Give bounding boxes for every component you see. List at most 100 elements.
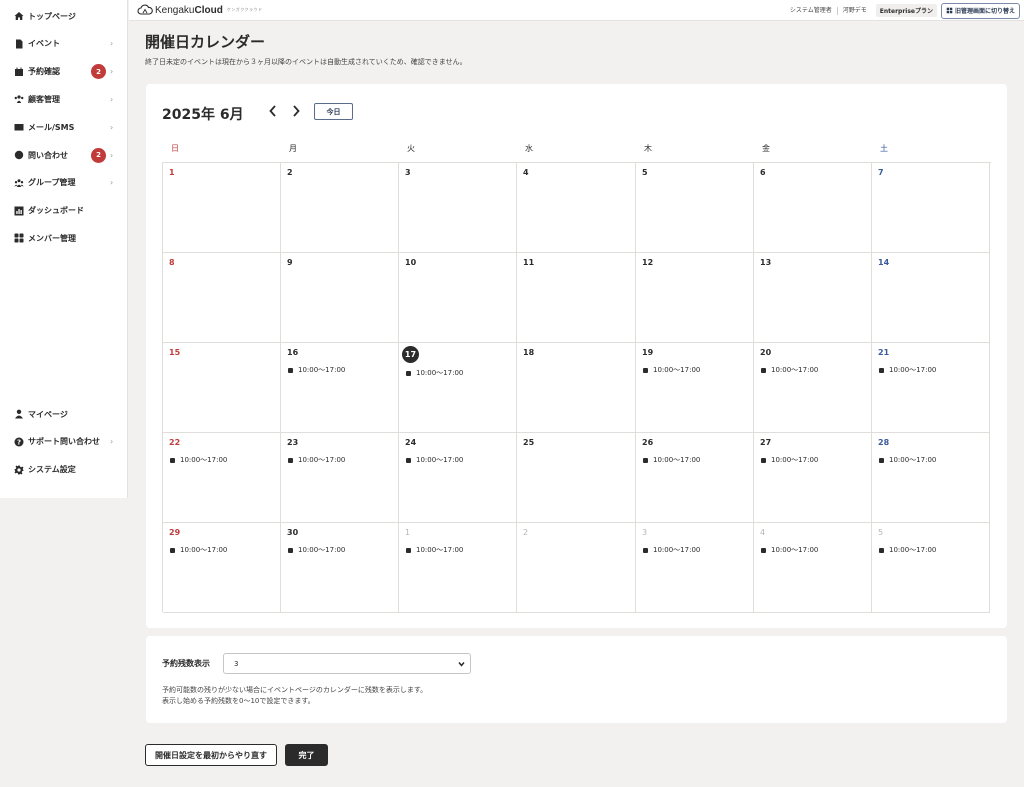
event-entry[interactable]: 10:00〜17:00 bbox=[170, 455, 227, 465]
calendar-day-cell[interactable]: 13 bbox=[754, 253, 872, 343]
calendar-day-cell[interactable]: 14 bbox=[872, 253, 990, 343]
chevron-right-icon: › bbox=[110, 94, 114, 104]
event-entry[interactable]: 10:00〜17:00 bbox=[406, 545, 463, 555]
event-entry[interactable]: 10:00〜17:00 bbox=[761, 545, 818, 555]
event-entry[interactable]: 10:00〜17:00 bbox=[643, 365, 700, 375]
event-time: 10:00〜17:00 bbox=[180, 456, 228, 464]
day-number: 14 bbox=[878, 258, 890, 267]
day-number: 12 bbox=[642, 258, 654, 267]
calendar-day-cell[interactable]: 1 10:00〜17:00 bbox=[399, 523, 517, 613]
event-entry[interactable]: 10:00〜17:00 bbox=[406, 368, 463, 378]
calendar-day-cell[interactable]: 22 10:00〜17:00 bbox=[163, 433, 281, 523]
next-month-button[interactable] bbox=[289, 103, 303, 119]
plan-badge: Enterpriseプラン bbox=[875, 4, 937, 17]
calendar-day-cell[interactable]: 30 10:00〜17:00 bbox=[281, 523, 399, 613]
logo-subtitle: ケンガククラウド bbox=[226, 7, 263, 12]
event-entry[interactable]: 10:00〜17:00 bbox=[643, 455, 700, 465]
remain-settings-card: 予約残数表示 3 予約可能数の残りが少ない場合にイベントページのカレンダーに残数… bbox=[146, 636, 1007, 723]
sidebar-item-home[interactable]: トップページ bbox=[0, 5, 128, 27]
event-entry[interactable]: 10:00〜17:00 bbox=[879, 455, 936, 465]
event-entry[interactable]: 10:00〜17:00 bbox=[288, 545, 345, 555]
weekday-header: 日 bbox=[171, 144, 179, 153]
calendar-day-cell[interactable]: 9 bbox=[281, 253, 399, 343]
sidebar-item-document[interactable]: イベント › bbox=[0, 33, 128, 55]
event-dot-icon bbox=[406, 547, 411, 553]
calendar-day-cell[interactable]: 4 10:00〜17:00 bbox=[754, 523, 872, 613]
event-entry[interactable]: 10:00〜17:00 bbox=[761, 455, 818, 465]
reset-schedule-button[interactable]: 開催日設定を最初からやり直す bbox=[145, 744, 277, 766]
sidebar-item-users[interactable]: 顧客管理 › bbox=[0, 88, 128, 110]
calendar-day-cell[interactable]: 20 10:00〜17:00 bbox=[754, 343, 872, 433]
sidebar-item-chat[interactable]: 問い合わせ 2 › bbox=[0, 144, 128, 166]
event-entry[interactable]: 10:00〜17:00 bbox=[879, 545, 936, 555]
today-button[interactable]: 今日 bbox=[314, 103, 353, 120]
switch-legacy-label: 旧管理画面に切り替え bbox=[954, 8, 1015, 15]
calendar-day-cell[interactable]: 19 10:00〜17:00 bbox=[636, 343, 754, 433]
sidebar-item-label: トップページ bbox=[28, 11, 76, 21]
remain-select[interactable]: 3 bbox=[223, 653, 471, 674]
calendar-day-cell[interactable]: 7 bbox=[872, 163, 990, 253]
calendar-day-cell[interactable]: 17 10:00〜17:00 bbox=[399, 343, 517, 433]
remain-select-value: 3 bbox=[234, 659, 239, 668]
logo[interactable]: KengakuCloud ケンガククラウド bbox=[137, 4, 263, 16]
calendar-day-cell[interactable]: 16 10:00〜17:00 bbox=[281, 343, 399, 433]
day-number: 3 bbox=[405, 168, 411, 177]
calendar-day-cell[interactable]: 18 bbox=[517, 343, 636, 433]
calendar-day-cell[interactable]: 8 bbox=[163, 253, 281, 343]
calendar-day-cell[interactable]: 1 bbox=[163, 163, 281, 253]
calendar-day-cell[interactable]: 26 10:00〜17:00 bbox=[636, 433, 754, 523]
event-time: 10:00〜17:00 bbox=[889, 546, 937, 554]
calendar-day-cell[interactable]: 4 bbox=[517, 163, 636, 253]
calendar-day-cell[interactable]: 2 bbox=[517, 523, 636, 613]
event-entry[interactable]: 10:00〜17:00 bbox=[406, 455, 463, 465]
event-time: 10:00〜17:00 bbox=[653, 456, 701, 464]
switch-icon bbox=[946, 7, 953, 14]
calendar-day-cell[interactable]: 15 bbox=[163, 343, 281, 433]
calendar-day-cell[interactable]: 27 10:00〜17:00 bbox=[754, 433, 872, 523]
calendar-day-cell[interactable]: 5 bbox=[636, 163, 754, 253]
topbar-right: システム管理者 河野デモ Enterpriseプラン 旧管理画面に切り替え bbox=[785, 2, 1020, 19]
done-button[interactable]: 完了 bbox=[285, 744, 328, 766]
chevron-right-icon bbox=[293, 105, 300, 117]
event-dot-icon bbox=[879, 367, 884, 373]
calendar-day-cell[interactable]: 23 10:00〜17:00 bbox=[281, 433, 399, 523]
calendar-day-cell[interactable]: 24 10:00〜17:00 bbox=[399, 433, 517, 523]
prev-month-button[interactable] bbox=[266, 103, 280, 119]
calendar-day-cell[interactable]: 5 10:00〜17:00 bbox=[872, 523, 990, 613]
event-entry[interactable]: 10:00〜17:00 bbox=[288, 455, 345, 465]
event-entry[interactable]: 10:00〜17:00 bbox=[761, 365, 818, 375]
sidebar-item-mail[interactable]: メール/SMS › bbox=[0, 116, 128, 138]
sidebar-item-person[interactable]: マイページ bbox=[0, 403, 128, 425]
calendar-day-cell[interactable]: 6 bbox=[754, 163, 872, 253]
sidebar-item-calendar[interactable]: 予約確認 2 › bbox=[0, 61, 128, 83]
calendar-day-cell[interactable]: 11 bbox=[517, 253, 636, 343]
calendar-day-cell[interactable]: 29 10:00〜17:00 bbox=[163, 523, 281, 613]
event-entry[interactable]: 10:00〜17:00 bbox=[170, 545, 227, 555]
event-entry[interactable]: 10:00〜17:00 bbox=[879, 365, 936, 375]
event-entry[interactable]: 10:00〜17:00 bbox=[288, 365, 345, 375]
calendar-day-cell[interactable]: 10 bbox=[399, 253, 517, 343]
sidebar-item-group[interactable]: グループ管理 › bbox=[0, 172, 128, 194]
calendar-card: 2025年 6月 今日 日月火水木金土 1 2 3 4 5 6 7 8 9 10 11 12 13 14 1… bbox=[146, 84, 1007, 628]
day-number: 7 bbox=[878, 168, 884, 177]
calendar-day-cell[interactable]: 25 bbox=[517, 433, 636, 523]
event-time: 10:00〜17:00 bbox=[653, 366, 701, 374]
sidebar-item-chart[interactable]: ダッシュボード bbox=[0, 200, 128, 222]
calendar-day-cell[interactable]: 3 10:00〜17:00 bbox=[636, 523, 754, 613]
gear-icon bbox=[14, 465, 24, 475]
sidebar-item-grid[interactable]: メンバー管理 bbox=[0, 227, 128, 249]
event-time: 10:00〜17:00 bbox=[771, 366, 819, 374]
sidebar-item-help[interactable]: ? サポート問い合わせ › bbox=[0, 431, 128, 453]
event-time: 10:00〜17:00 bbox=[653, 546, 701, 554]
calendar-day-cell[interactable]: 21 10:00〜17:00 bbox=[872, 343, 990, 433]
event-entry[interactable]: 10:00〜17:00 bbox=[643, 545, 700, 555]
day-number: 9 bbox=[287, 258, 293, 267]
sidebar-item-gear[interactable]: システム設定 bbox=[0, 459, 128, 481]
switch-legacy-button[interactable]: 旧管理画面に切り替え bbox=[940, 2, 1020, 19]
calendar-day-cell[interactable]: 2 bbox=[281, 163, 399, 253]
event-time: 10:00〜17:00 bbox=[416, 369, 464, 377]
calendar-day-cell[interactable]: 12 bbox=[636, 253, 754, 343]
chevron-right-icon: › bbox=[110, 437, 114, 447]
calendar-day-cell[interactable]: 3 bbox=[399, 163, 517, 253]
calendar-day-cell[interactable]: 28 10:00〜17:00 bbox=[872, 433, 990, 523]
